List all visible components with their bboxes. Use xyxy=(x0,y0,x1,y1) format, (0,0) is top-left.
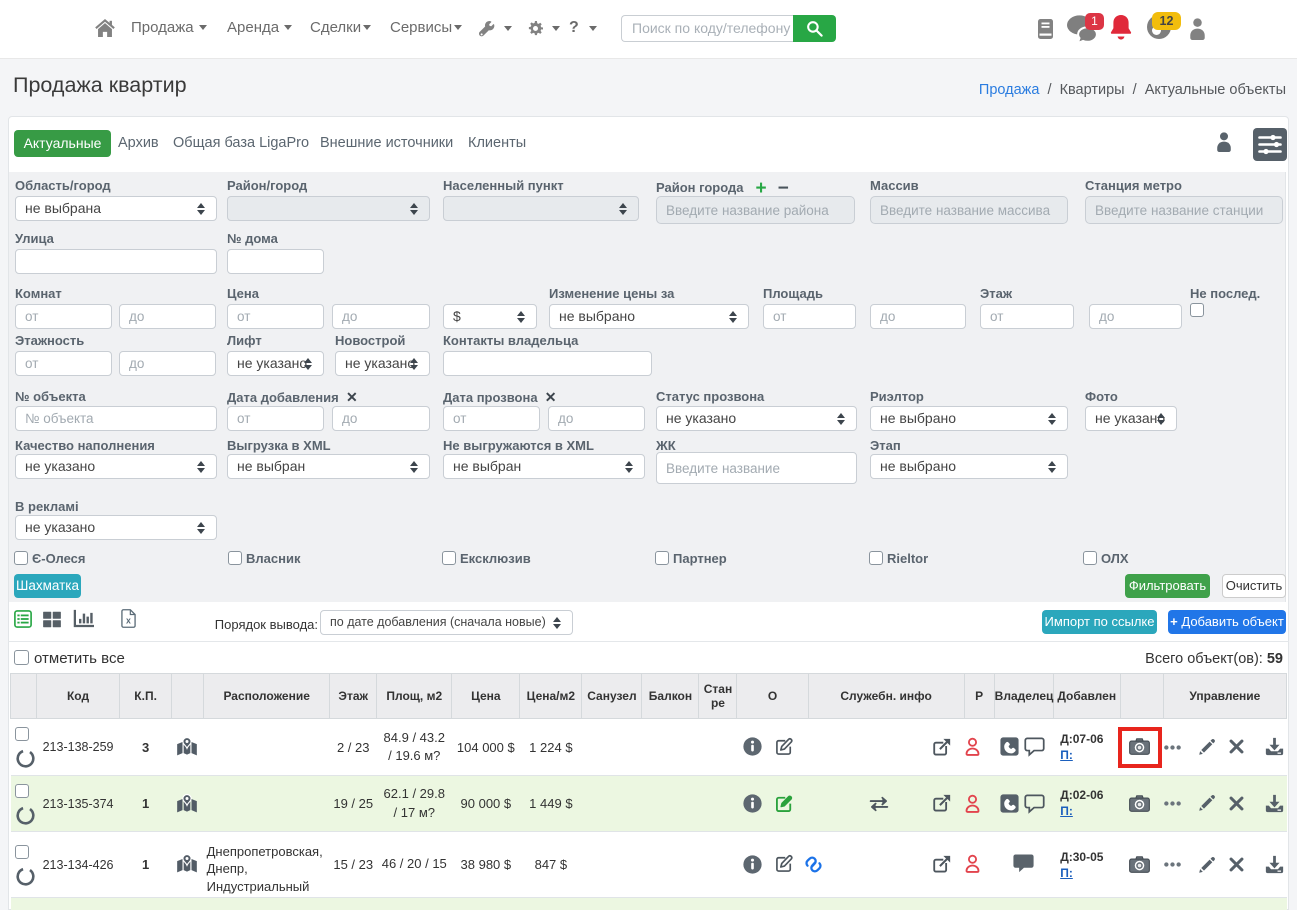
svg-text:x: x xyxy=(126,615,131,625)
